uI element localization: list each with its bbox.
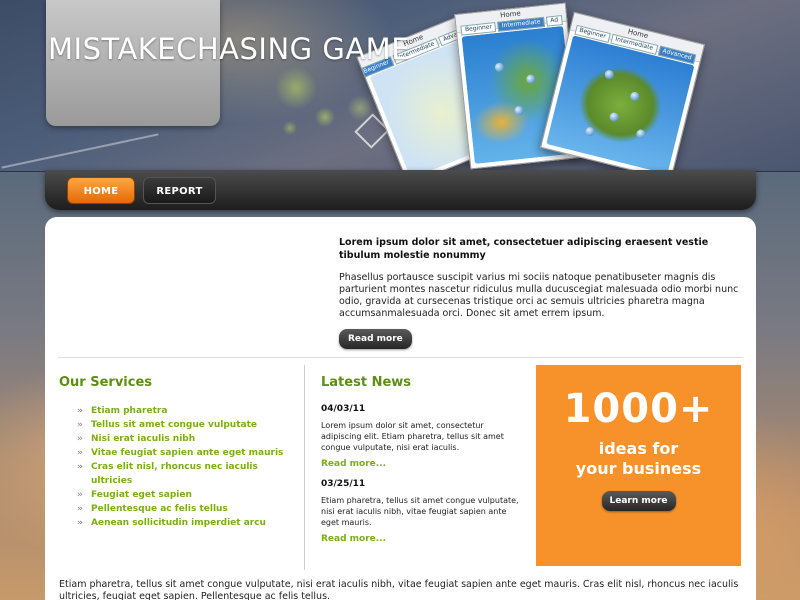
intro-body: Phasellus portausce suscipit varius mi s… [339,272,739,319]
intro-read-more-button[interactable]: Read more [339,329,412,349]
news-date: 04/03/11 [321,404,366,414]
card-tab: Ad [545,15,563,27]
promo-number: 1000+ [563,386,714,432]
map-orb-icon [525,74,536,85]
news-item: 04/03/11 Lorem ipsum dolor sit amet, con… [321,404,521,469]
news-text: Etiam pharetra, tellus sit amet congue v… [321,496,519,527]
news-read-more-link[interactable]: Read more... [321,534,521,544]
double-chevron-icon: » [77,448,83,458]
light-streak [1,133,159,169]
site-title[interactable]: MISTAKECHASING GAME [48,32,410,66]
double-chevron-icon: » [77,504,83,514]
news-read-more-link[interactable]: Read more... [321,459,521,469]
service-link[interactable]: » Etiam pharetra [59,404,299,418]
promo-line-1: ideas for [598,439,679,458]
service-link[interactable]: » Feugiat eget sapien [59,488,299,502]
news-text: Lorem ipsum dolor sit amet, consectetur … [321,421,504,452]
footer-text: Etiam pharetra, tellus sit amet congue v… [59,579,739,600]
map-orb-icon [608,111,620,123]
section-divider [58,357,743,358]
intro-section: Lorem ipsum dolor sit amet, consectetuer… [339,236,744,349]
double-chevron-icon: » [77,518,83,528]
promo-box: 1000+ ideas for your business Learn more [536,365,741,566]
news-item: 03/25/11 Etiam pharetra, tellus sit amet… [321,479,521,544]
map-orb-icon [494,62,505,73]
double-chevron-icon: » [77,434,83,444]
learn-more-button[interactable]: Learn more [601,491,676,511]
services-title: Our Services [59,375,153,390]
main-nav: HOME REPORT [45,170,756,210]
double-chevron-icon: » [77,490,83,500]
service-link[interactable]: » Tellus sit amet congue vulputate [59,418,299,432]
services-section: Our Services » Etiam pharetra » Tellus sit… [59,375,299,530]
column-divider [304,365,305,570]
double-chevron-icon: » [77,420,83,430]
promo-line-2: your business [575,459,702,478]
intro-heading: Lorem ipsum dolor sit amet, consectetuer… [339,237,709,261]
map-orb-icon [514,105,525,116]
news-date: 03/25/11 [321,479,366,489]
map-orb-icon [603,69,615,81]
content-panel: Lorem ipsum dolor sit amet, consectetuer… [45,217,756,600]
double-chevron-icon: » [77,462,83,472]
news-title: Latest News [321,375,412,390]
service-link[interactable]: » Aenean sollicitudin imperdiet arcu [59,516,299,530]
double-chevron-icon: » [77,406,83,416]
nav-report-button[interactable]: REPORT [143,177,216,204]
service-link[interactable]: » Cras elit nisl, rhoncus nec iaculis ult… [59,460,299,488]
site-header: MISTAKECHASING GAME Home Beginner Interm… [0,0,800,172]
news-section: Latest News 04/03/11 Lorem ipsum dolor s… [321,375,521,544]
map-orb-icon [635,128,647,140]
map-orb-icon [584,126,596,138]
service-link[interactable]: » Pellentesque ac felis tellus [59,502,299,516]
service-link[interactable]: » Nisi erat iaculis nibh [59,432,299,446]
map-orb-icon [629,91,641,102]
nav-home-button[interactable]: HOME [67,177,135,204]
services-list: » Etiam pharetra » Tellus sit amet congue … [59,404,299,530]
service-link[interactable]: » Vitae feugiat sapien ante eget mauris [59,446,299,460]
